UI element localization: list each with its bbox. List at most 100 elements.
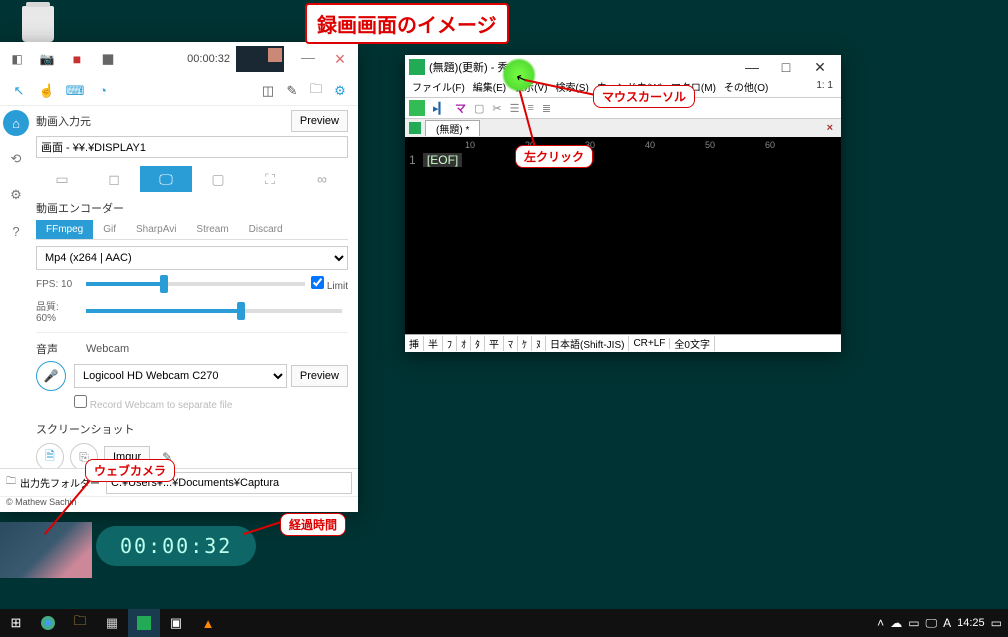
tray-clock[interactable]: 14:25 xyxy=(957,617,985,629)
fps-limit-check[interactable]: Limit xyxy=(311,276,348,292)
audio-label: 音声 xyxy=(36,341,66,357)
video-source-label: 動画入力元 xyxy=(36,113,91,129)
editor-statusbar: 挿 半 ﾌ ｵ ﾀ 平 ﾏ ｹ ﾇ 日本語(Shift-JIS) CR+LF 全… xyxy=(405,334,841,352)
output-folder-icon[interactable]: 🗀 xyxy=(6,474,16,491)
draw-icon[interactable]: ✎ xyxy=(280,83,304,99)
preview-button[interactable]: Preview xyxy=(291,110,348,132)
svg-text:60: 60 xyxy=(765,140,775,150)
annotation-left-click: 左クリック xyxy=(515,145,593,168)
close-button[interactable]: × xyxy=(324,49,356,70)
tray-cloud-icon[interactable]: ☁ xyxy=(890,616,902,630)
captura-sidebar: ⌂ ⟲ ⚙ ? xyxy=(0,106,32,468)
tab-discard[interactable]: Discard xyxy=(239,220,293,239)
quality-slider[interactable] xyxy=(86,309,342,313)
mode-window-icon[interactable]: ◻ xyxy=(88,166,140,192)
tool-cut-icon[interactable]: ▢ xyxy=(474,102,484,115)
mode-region-icon[interactable]: ▢ xyxy=(192,166,244,192)
editor-app-icon xyxy=(409,59,425,75)
captura-titlebar[interactable]: ◧ 📷 ■ ▮▮ 00:00:32 — × xyxy=(0,42,358,76)
tool-paste-icon[interactable]: ☰ xyxy=(510,102,520,115)
task-chrome[interactable] xyxy=(32,609,64,637)
tray-chevron-icon[interactable]: ˄ xyxy=(877,616,884,630)
editor-tabbar: (無題) * × xyxy=(405,119,841,137)
pause-button[interactable]: ▮▮ xyxy=(92,42,122,76)
encoder-label: 動画エンコーダー xyxy=(36,200,348,216)
timer-icon[interactable]: ◔ xyxy=(90,78,116,104)
editor-content[interactable]: 1 [EOF] xyxy=(405,151,841,334)
annotation-elapsed: 経過時間 xyxy=(280,513,346,536)
overlay-timer: 00:00:32 xyxy=(96,526,256,566)
recording-timer: 00:00:32 xyxy=(122,53,236,65)
sidebar-settings[interactable]: ⚙ xyxy=(3,182,29,208)
editor-titlebar[interactable]: (無題)(更新) - 秀丸 — □ ✕ xyxy=(405,55,841,79)
webcam-device-select[interactable]: Logicool HD Webcam C270 xyxy=(74,364,287,388)
task-calculator[interactable]: ▦ xyxy=(96,609,128,637)
captura-main: 動画入力元 Preview ▭ ◻ 🖵 ▢ ⛶ ∞ 動画エンコーダー FFmpe… xyxy=(32,106,358,468)
task-explorer[interactable]: 🗀 xyxy=(64,609,96,637)
svg-text:50: 50 xyxy=(705,140,715,150)
minimize-button[interactable]: — xyxy=(292,49,324,70)
tab-ffmpeg[interactable]: FFmpeg xyxy=(36,220,93,239)
start-button[interactable]: ⊞ xyxy=(0,609,32,637)
click-icon[interactable]: ☝ xyxy=(34,78,60,104)
tab-gif[interactable]: Gif xyxy=(93,220,126,239)
folder-icon[interactable]: 🗀 xyxy=(304,80,328,102)
captura-copyright: © Mathew Sachin xyxy=(0,496,358,512)
editor-title: (無題)(更新) - 秀丸 xyxy=(429,59,735,75)
tab-sharpavi[interactable]: SharpAvi xyxy=(126,220,186,239)
task-captura[interactable]: ▣ xyxy=(160,609,192,637)
mode-game-icon[interactable]: ∞ xyxy=(296,166,348,192)
svg-text:40: 40 xyxy=(645,140,655,150)
fps-slider[interactable] xyxy=(86,282,305,286)
webcam-separate-check[interactable]: Record Webcam to separate file xyxy=(74,395,348,411)
editor-tab-close[interactable]: × xyxy=(823,122,837,134)
tray-battery-icon[interactable]: ▭ xyxy=(908,616,919,630)
status-encoding: 日本語(Shift-JIS) xyxy=(546,336,629,351)
menu-file[interactable]: ファイル(F) xyxy=(409,79,468,97)
cursor-icon[interactable]: ↖ xyxy=(6,78,32,104)
editor-minimize[interactable]: — xyxy=(735,59,769,75)
menu-other[interactable]: その他(O) xyxy=(721,79,771,97)
encoder-tabs: FFmpeg Gif SharpAvi Stream Discard xyxy=(36,220,348,240)
annotation-mouse-cursor: マウスカーソル xyxy=(593,85,695,108)
mode-screen-icon[interactable]: 🖵 xyxy=(140,166,192,192)
keyboard-icon[interactable]: ⌨ xyxy=(62,78,88,104)
sidebar-history[interactable]: ⟲ xyxy=(3,146,29,172)
tool-copy-icon[interactable]: ✂ xyxy=(492,102,501,115)
sidebar-home[interactable]: ⌂ xyxy=(3,110,29,136)
mode-fullscreen-icon[interactable]: ⛶ xyxy=(244,166,296,192)
codec-select[interactable]: Mp4 (x264 | AAC) xyxy=(36,246,348,270)
screenshot-button[interactable]: ◧ xyxy=(2,42,32,76)
captura-toolrow: ↖ ☝ ⌨ ◔ ◫ ✎ 🗀 ⚙ xyxy=(0,76,358,106)
system-tray: ˄ ☁ ▭ 🖵 A 14:25 ▭ xyxy=(877,616,1008,631)
camera-icon[interactable]: 📷 xyxy=(32,42,62,76)
task-vlc[interactable]: ▲ xyxy=(192,609,224,637)
crop-icon[interactable]: ◫ xyxy=(256,83,280,99)
tray-ime[interactable]: A xyxy=(943,616,951,630)
tool-save-icon[interactable]: マ xyxy=(455,100,466,116)
editor-tab[interactable]: (無題) * xyxy=(425,120,480,136)
mode-webcam-icon[interactable]: ▭ xyxy=(36,166,88,192)
taskbar: ⊞ 🗀 ▦ ▣ ▲ ˄ ☁ ▭ 🖵 A 14:25 ▭ xyxy=(0,609,1008,637)
record-stop-button[interactable]: ■ xyxy=(62,42,92,76)
task-editor[interactable] xyxy=(128,609,160,637)
sidebar-help[interactable]: ? xyxy=(3,218,29,244)
editor-close[interactable]: ✕ xyxy=(803,59,837,76)
mic-toggle[interactable]: 🎤 xyxy=(36,361,66,391)
video-source-select[interactable] xyxy=(36,136,348,158)
tool-new-icon[interactable] xyxy=(409,100,425,116)
settings-gear-icon[interactable]: ⚙ xyxy=(328,83,352,99)
editor-maximize[interactable]: □ xyxy=(769,59,803,75)
tray-monitor-icon[interactable]: 🖵 xyxy=(926,616,938,631)
tab-stream[interactable]: Stream xyxy=(186,220,238,239)
editor-ruler: 102030405060 xyxy=(405,137,841,151)
webcam-preview-button[interactable]: Preview xyxy=(291,365,348,387)
ss-disk-button[interactable]: 🗎 xyxy=(36,443,64,468)
tray-notification-icon[interactable]: ▭ xyxy=(991,616,1002,630)
tool-next-icon[interactable]: ≣ xyxy=(542,102,551,115)
eof-marker: [EOF] xyxy=(423,153,462,167)
menu-search[interactable]: 検索(S) xyxy=(552,79,591,97)
captura-footer: 🗀 出力先フォルダー xyxy=(0,468,358,496)
tool-open-icon[interactable]: ▸▎ xyxy=(433,102,447,115)
tool-prev-icon[interactable]: ≡ xyxy=(527,102,533,114)
